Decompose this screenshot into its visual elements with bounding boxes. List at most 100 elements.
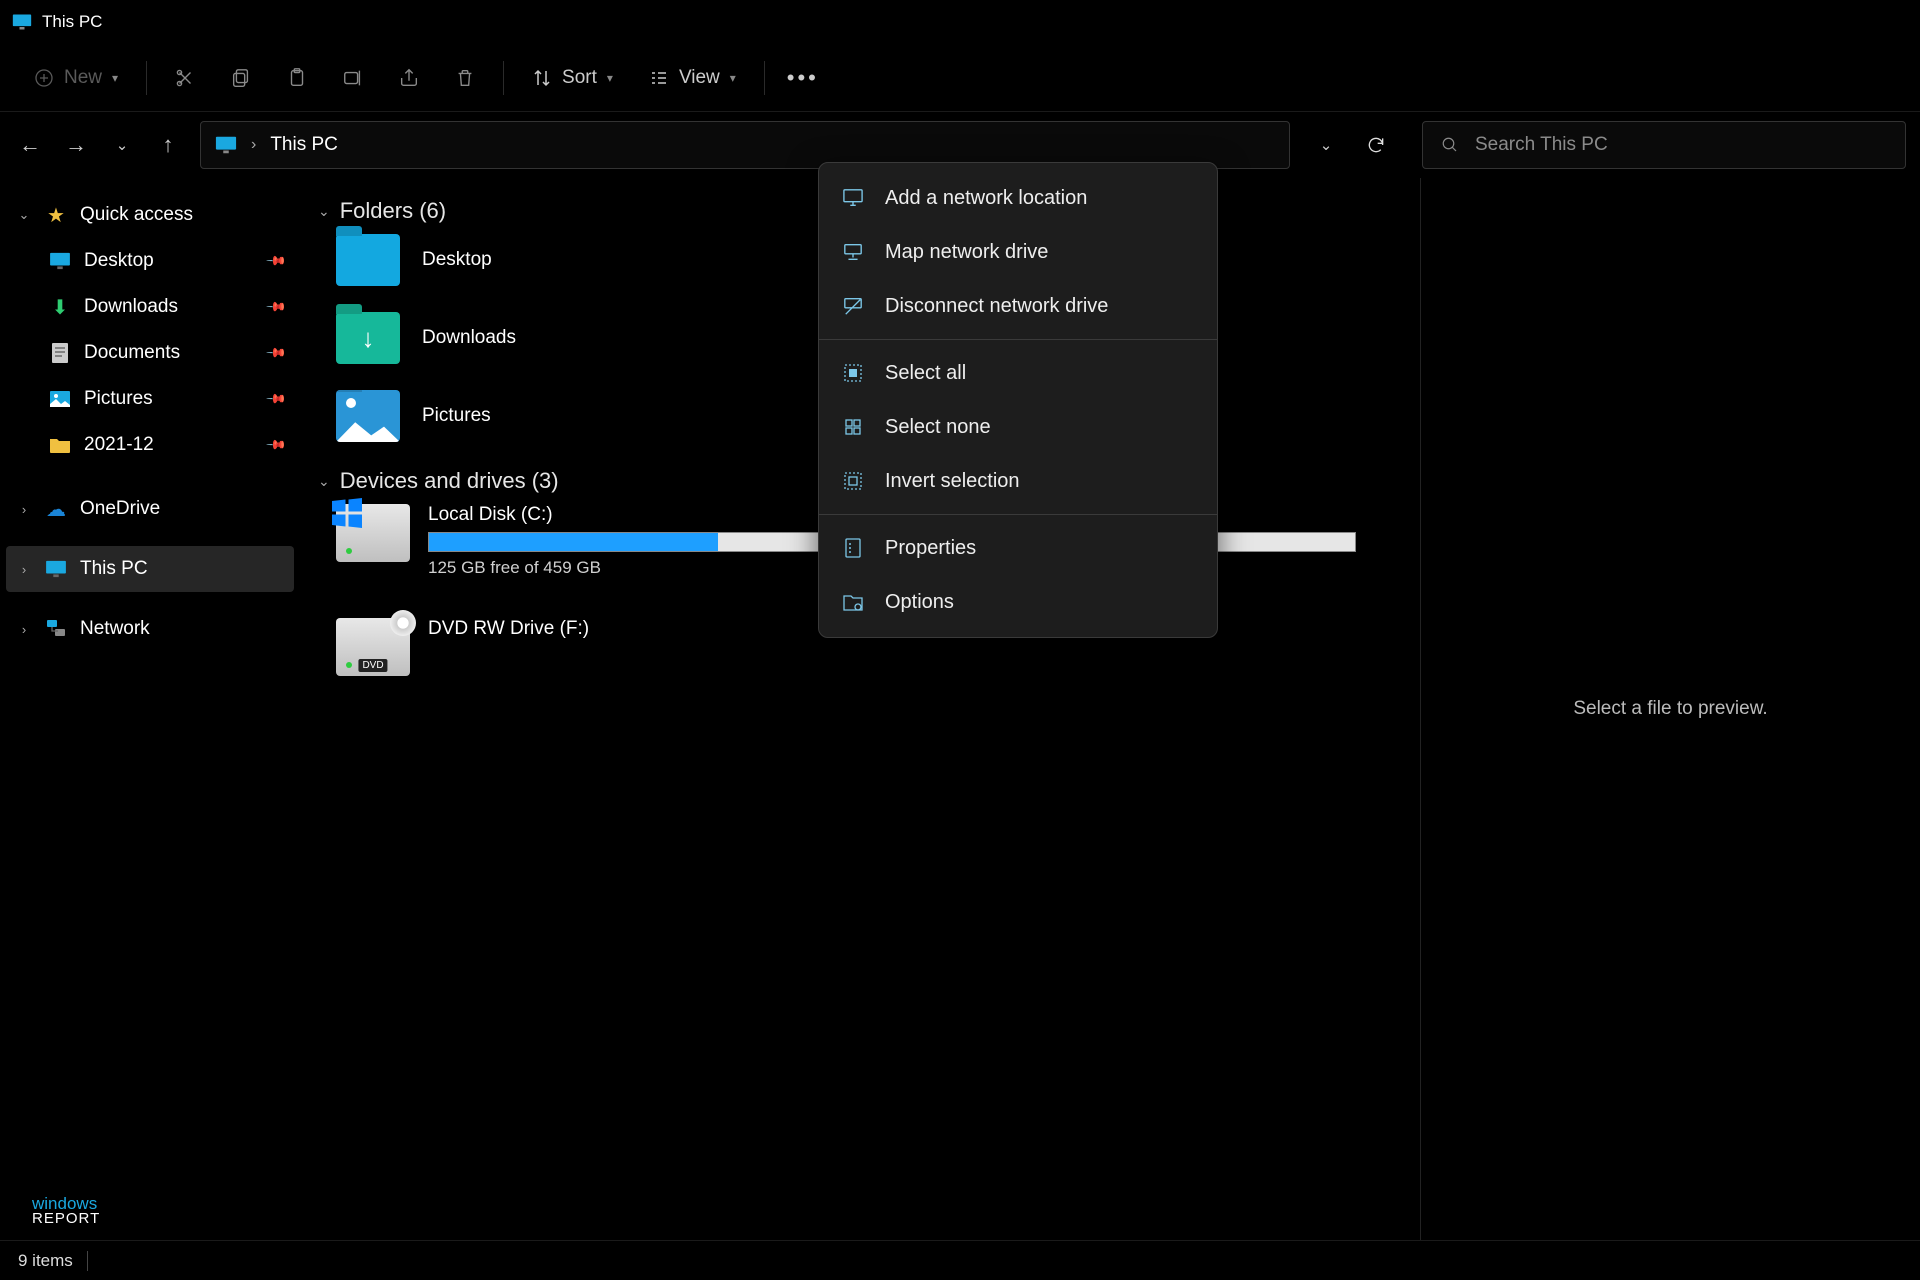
menu-map-network-drive[interactable]: Map network drive xyxy=(819,225,1217,279)
sidebar-label: OneDrive xyxy=(80,498,284,520)
menu-options[interactable]: Options xyxy=(819,575,1217,629)
sidebar-this-pc[interactable]: › This PC xyxy=(6,546,294,592)
menu-label: Invert selection xyxy=(885,470,1020,493)
menu-invert-selection[interactable]: Invert selection xyxy=(819,454,1217,508)
sidebar: ⌄ ★ Quick access Desktop 📌 ⬇ Downloads 📌… xyxy=(0,178,300,1240)
view-button[interactable]: View ▾ xyxy=(635,55,750,101)
folder-label: Downloads xyxy=(422,327,516,349)
drive-free-text: 125 GB free of 459 GB xyxy=(428,558,826,578)
sidebar-label: 2021-12 xyxy=(84,434,256,456)
drive-label: Local Disk (C:) xyxy=(428,504,826,526)
menu-properties[interactable]: Properties xyxy=(819,521,1217,575)
plus-circle-icon xyxy=(34,68,54,88)
sidebar-item-documents[interactable]: Documents 📌 xyxy=(6,330,294,376)
this-pc-icon xyxy=(12,13,32,31)
toolbar: New ▾ Sort ▾ View ▾ ••• xyxy=(0,44,1920,112)
chevron-down-icon: ▾ xyxy=(730,71,736,85)
this-pc-icon xyxy=(44,557,68,581)
folder-icon xyxy=(336,390,400,442)
menu-separator xyxy=(819,514,1217,515)
drive-disconnect-icon xyxy=(841,294,865,318)
sort-button[interactable]: Sort ▾ xyxy=(518,55,627,101)
status-item-count: 9 items xyxy=(18,1251,73,1271)
sidebar-label: This PC xyxy=(80,558,284,580)
separator xyxy=(87,1251,88,1271)
menu-select-none[interactable]: Select none xyxy=(819,400,1217,454)
pin-icon: 📌 xyxy=(265,434,288,457)
menu-select-all[interactable]: Select all xyxy=(819,346,1217,400)
recent-button[interactable]: ⌄ xyxy=(100,123,144,167)
pin-icon: 📌 xyxy=(265,342,288,365)
forward-button[interactable]: → xyxy=(54,123,98,167)
menu-add-network-location[interactable]: Add a network location xyxy=(819,171,1217,225)
breadcrumb-location[interactable]: This PC xyxy=(270,134,338,156)
title-bar: This PC xyxy=(0,0,1920,44)
view-label: View xyxy=(679,67,720,89)
context-menu: Add a network location Map network drive… xyxy=(818,162,1218,638)
options-icon xyxy=(841,590,865,614)
trash-icon xyxy=(454,67,476,89)
sidebar-network[interactable]: › Network xyxy=(6,606,294,652)
sidebar-item-desktop[interactable]: Desktop 📌 xyxy=(6,238,294,284)
chevron-down-icon: ⌄ xyxy=(116,136,129,154)
network-icon xyxy=(44,617,68,641)
download-icon: ⬇ xyxy=(48,295,72,319)
chevron-right-icon: › xyxy=(16,562,32,577)
up-button[interactable]: ↑ xyxy=(146,123,190,167)
menu-separator xyxy=(819,339,1217,340)
star-icon: ★ xyxy=(44,203,68,227)
sidebar-item-downloads[interactable]: ⬇ Downloads 📌 xyxy=(6,284,294,330)
folder-label: Desktop xyxy=(422,249,492,271)
more-button[interactable]: ••• xyxy=(779,55,827,101)
arrow-left-icon: ← xyxy=(19,132,41,158)
sidebar-label: Network xyxy=(80,618,284,640)
new-button[interactable]: New ▾ xyxy=(20,55,132,101)
delete-button[interactable] xyxy=(441,55,489,101)
folder-icon: ↓ xyxy=(336,312,400,364)
sidebar-label: Pictures xyxy=(84,388,256,410)
new-label: New xyxy=(64,67,102,89)
sun-icon xyxy=(346,398,356,408)
search-bar[interactable]: Search This PC xyxy=(1422,121,1906,169)
refresh-button[interactable] xyxy=(1354,123,1398,167)
sidebar-onedrive[interactable]: › ☁ OneDrive xyxy=(6,486,294,532)
menu-disconnect-network-drive[interactable]: Disconnect network drive xyxy=(819,279,1217,333)
chevron-right-icon: › xyxy=(16,502,32,517)
menu-label: Add a network location xyxy=(885,187,1087,210)
document-icon xyxy=(48,341,72,365)
menu-label: Select all xyxy=(885,362,966,385)
folder-icon xyxy=(336,234,400,286)
copy-icon xyxy=(230,67,252,89)
share-icon xyxy=(398,67,420,89)
chevron-down-icon: ▾ xyxy=(607,71,613,85)
chevron-down-icon: ▾ xyxy=(112,71,118,85)
share-button[interactable] xyxy=(385,55,433,101)
menu-label: Options xyxy=(885,591,954,614)
rename-icon xyxy=(342,67,364,89)
dvd-drive-icon: DVD xyxy=(336,618,410,676)
group-title: Devices and drives (3) xyxy=(340,468,559,494)
refresh-icon xyxy=(1366,135,1386,155)
sidebar-quick-access[interactable]: ⌄ ★ Quick access xyxy=(6,192,294,238)
paste-button[interactable] xyxy=(273,55,321,101)
menu-label: Map network drive xyxy=(885,241,1048,264)
pictures-icon xyxy=(48,387,72,411)
cut-button[interactable] xyxy=(161,55,209,101)
preview-pane: Select a file to preview. xyxy=(1420,178,1920,1240)
back-button[interactable]: ← xyxy=(8,123,52,167)
desktop-icon xyxy=(48,249,72,273)
menu-label: Properties xyxy=(885,537,976,560)
rename-button[interactable] xyxy=(329,55,377,101)
copy-button[interactable] xyxy=(217,55,265,101)
drive-c[interactable]: Local Disk (C:) 125 GB free of 459 GB xyxy=(336,504,826,578)
sidebar-label: Downloads xyxy=(84,296,256,318)
sidebar-item-pictures[interactable]: Pictures 📌 xyxy=(6,376,294,422)
sidebar-item-folder[interactable]: 2021-12 📌 xyxy=(6,422,294,468)
chevron-down-icon: ⌄ xyxy=(318,203,330,220)
drive-f[interactable]: DVD DVD RW Drive (F:) xyxy=(336,618,826,676)
monitor-plus-icon xyxy=(841,186,865,210)
select-all-icon xyxy=(841,361,865,385)
download-arrow-icon: ↓ xyxy=(362,323,375,354)
address-history-button[interactable]: ⌄ xyxy=(1304,123,1348,167)
pin-icon: 📌 xyxy=(265,250,288,273)
